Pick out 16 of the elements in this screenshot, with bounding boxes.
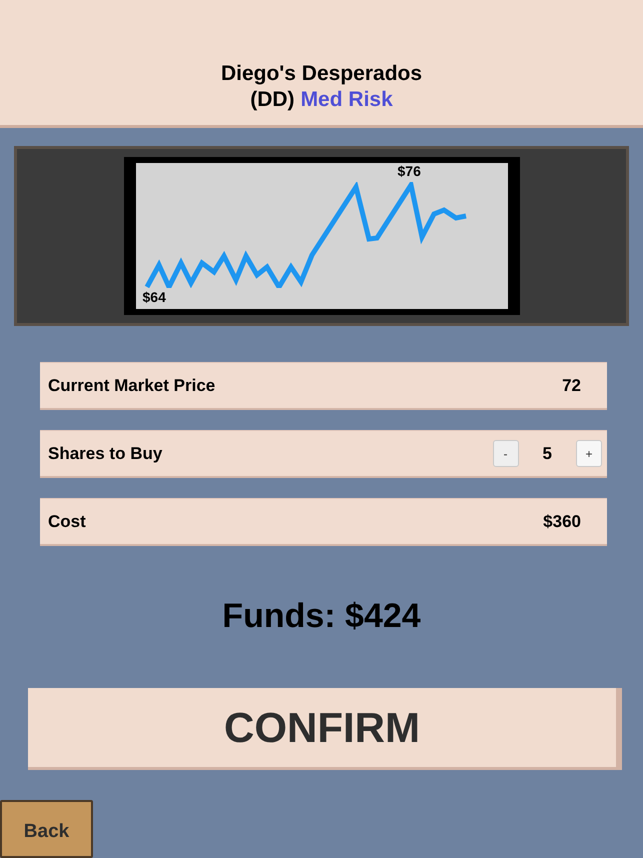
row-label: Shares to Buy bbox=[48, 442, 162, 465]
ticker-symbol: (DD) bbox=[250, 87, 295, 113]
company-name: Diego's Desperados bbox=[220, 61, 422, 87]
back-button[interactable]: Back bbox=[0, 800, 93, 858]
funds-total: Funds: $424 bbox=[222, 596, 421, 636]
confirm-button[interactable]: CONFIRM bbox=[28, 688, 622, 770]
row-value: 72 bbox=[562, 374, 581, 397]
decrement-button[interactable]: - bbox=[492, 440, 519, 467]
row-label: Current Market Price bbox=[48, 374, 216, 397]
low-price-label: $64 bbox=[142, 289, 166, 305]
risk-level: Med Risk bbox=[300, 87, 393, 113]
row-value: $360 bbox=[543, 510, 581, 533]
high-price-label: $76 bbox=[398, 163, 421, 179]
share-count: 5 bbox=[542, 442, 552, 465]
increment-button[interactable]: + bbox=[576, 440, 602, 467]
row-label: Cost bbox=[48, 510, 86, 533]
